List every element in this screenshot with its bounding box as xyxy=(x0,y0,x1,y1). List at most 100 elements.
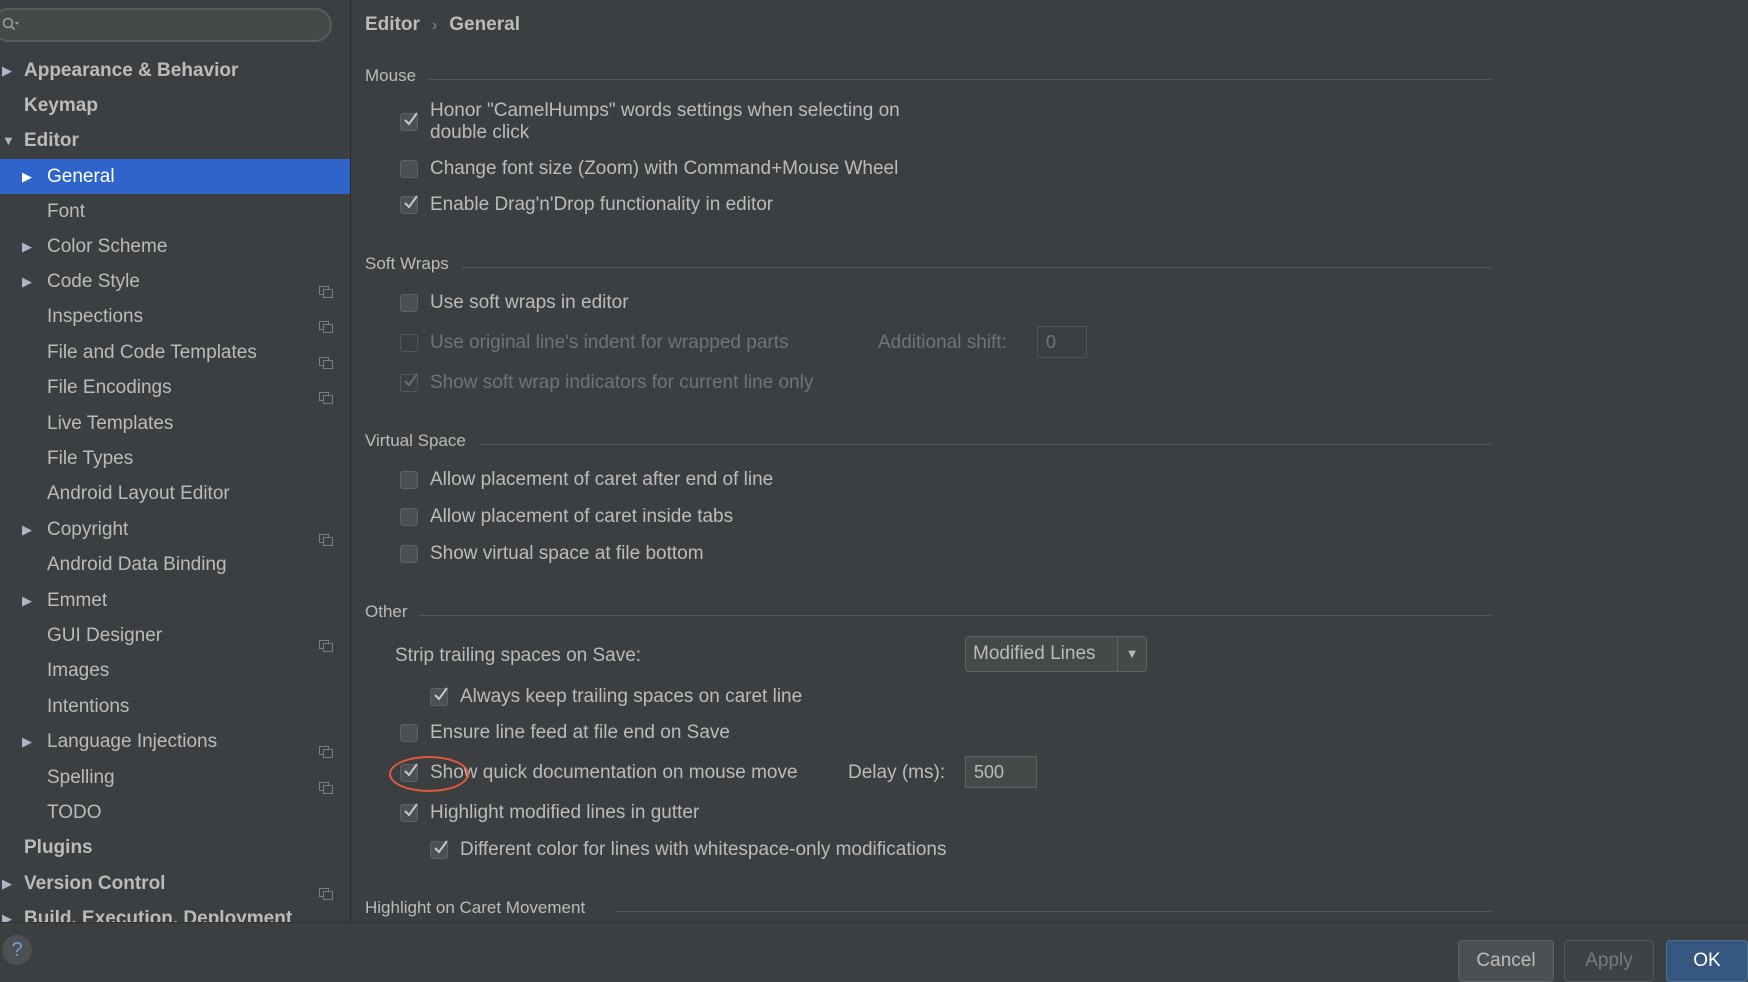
additional-shift-input[interactable]: 0 xyxy=(1037,326,1087,358)
sidebar-item-color-scheme[interactable]: ▶ Color Scheme xyxy=(0,229,350,264)
sidebar-item-intentions[interactable]: Intentions xyxy=(0,689,350,724)
sidebar-item-spelling[interactable]: Spelling xyxy=(0,760,350,795)
sidebar-item-appearance[interactable]: ▶ Appearance & Behavior xyxy=(0,53,350,88)
expand-arrow-icon[interactable]: ▶ xyxy=(22,229,32,264)
sidebar-item-gui-designer[interactable]: GUI Designer xyxy=(0,618,350,653)
help-icon[interactable]: ? xyxy=(2,935,32,965)
project-scope-icon xyxy=(319,735,333,758)
cancel-button[interactable]: Cancel xyxy=(1458,940,1554,982)
expand-arrow-icon[interactable]: ▶ xyxy=(22,264,32,299)
highlight-modified-option[interactable]: Highlight modified lines in gutter xyxy=(400,802,1300,826)
expand-arrow-icon[interactable]: ▶ xyxy=(22,583,32,618)
soft-wraps-option[interactable]: Use soft wraps in editor xyxy=(400,292,1300,316)
sidebar-item-inspections[interactable]: Inspections xyxy=(0,299,350,334)
delay-input[interactable]: 500 xyxy=(965,756,1037,788)
caret-after-eol-checkbox[interactable] xyxy=(400,471,418,489)
expand-arrow-icon[interactable]: ▶ xyxy=(2,901,12,922)
sidebar-item-todo[interactable]: TODO xyxy=(0,795,350,830)
line-feed-label: Ensure line feed at file end on Save xyxy=(430,722,730,743)
breadcrumb-separator: › xyxy=(431,17,438,34)
additional-shift-label: Additional shift: xyxy=(878,332,1007,353)
whitespace-color-checkbox[interactable] xyxy=(430,840,448,859)
expand-arrow-icon[interactable]: ▶ xyxy=(22,512,32,547)
virtual-space-bottom-checkbox[interactable] xyxy=(400,545,418,563)
whitespace-color-label: Different color for lines with whitespac… xyxy=(460,839,947,860)
sidebar-item-keymap[interactable]: Keymap xyxy=(0,88,350,123)
dragdrop-checkbox[interactable] xyxy=(400,195,418,214)
sidebar-item-copyright[interactable]: ▶ Copyright xyxy=(0,512,350,547)
keep-trailing-checkbox[interactable] xyxy=(430,687,448,706)
keep-trailing-option[interactable]: Always keep trailing spaces on caret lin… xyxy=(430,686,1330,710)
sidebar-item-code-style[interactable]: ▶ Code Style xyxy=(0,264,350,299)
caret-inside-tabs-label: Allow placement of caret inside tabs xyxy=(430,506,734,527)
keep-trailing-label: Always keep trailing spaces on caret lin… xyxy=(460,686,803,707)
breadcrumb: Editor › General xyxy=(365,14,520,36)
caret-after-eol-option[interactable]: Allow placement of caret after end of li… xyxy=(400,469,1300,493)
caret-after-eol-label: Allow placement of caret after end of li… xyxy=(430,469,774,490)
expand-arrow-icon[interactable]: ▶ xyxy=(2,866,12,901)
collapse-arrow-icon[interactable]: ▼ xyxy=(2,123,15,158)
sidebar-item-plugins[interactable]: Plugins xyxy=(0,830,350,865)
camelhumps-option[interactable]: Honor "CamelHumps" words settings when s… xyxy=(400,100,1100,148)
virtual-space-bottom-option[interactable]: Show virtual space at file bottom xyxy=(400,543,1300,567)
expand-arrow-icon[interactable]: ▶ xyxy=(22,159,32,194)
zoom-option[interactable]: Change font size (Zoom) with Command+Mou… xyxy=(400,158,1300,182)
sidebar-item-file-types[interactable]: File Types xyxy=(0,441,350,476)
caret-inside-tabs-checkbox[interactable] xyxy=(400,508,418,526)
section-divider xyxy=(616,911,1491,912)
sidebar-item-live-templates[interactable]: Live Templates xyxy=(0,406,350,441)
apply-button[interactable]: Apply xyxy=(1564,940,1654,982)
expand-arrow-icon[interactable]: ▶ xyxy=(22,724,32,759)
line-feed-checkbox[interactable] xyxy=(400,724,418,742)
delay-label: Delay (ms): xyxy=(848,762,946,783)
project-scope-icon xyxy=(319,629,333,652)
camelhumps-checkbox[interactable] xyxy=(400,112,418,131)
sidebar-item-language-injections[interactable]: ▶ Language Injections xyxy=(0,724,350,759)
search-input[interactable] xyxy=(0,8,332,42)
section-divider xyxy=(481,444,1491,445)
sidebar-item-font[interactable]: Font xyxy=(0,194,350,229)
breadcrumb-current: General xyxy=(449,14,520,35)
dragdrop-option[interactable]: Enable Drag'n'Drop functionality in edit… xyxy=(400,194,1300,218)
wrap-indicators-label: Show soft wrap indicators for current li… xyxy=(430,372,814,393)
original-indent-option[interactable]: Use original line's indent for wrapped p… xyxy=(400,332,960,356)
sidebar-item-general[interactable]: ▶ General xyxy=(0,159,350,194)
sidebar-item-editor[interactable]: ▼ Editor xyxy=(0,123,350,158)
sidebar-item-build-execution[interactable]: ▶ Build, Execution, Deployment xyxy=(0,901,350,922)
wrap-indicators-checkbox[interactable] xyxy=(400,373,418,392)
sidebar-item-file-code-templates[interactable]: File and Code Templates xyxy=(0,335,350,370)
sidebar-item-file-encodings[interactable]: File Encodings xyxy=(0,370,350,405)
project-scope-icon xyxy=(319,523,333,546)
highlight-modified-checkbox[interactable] xyxy=(400,803,418,822)
section-title-soft-wraps: Soft Wraps xyxy=(365,254,449,273)
expand-arrow-icon[interactable]: ▶ xyxy=(2,53,12,88)
search-icon xyxy=(2,16,20,34)
settings-content: Editor › General Mouse Honor "CamelHumps" … xyxy=(351,0,1748,922)
section-title-caret-movement: Highlight on Caret Movement xyxy=(365,898,586,917)
settings-sidebar: ▶ Appearance & Behavior Keymap ▼ Editor … xyxy=(0,0,351,922)
annotation-highlight-ring xyxy=(389,756,469,792)
section-divider xyxy=(462,267,1491,268)
sidebar-item-android-data-binding[interactable]: Android Data Binding xyxy=(0,547,350,582)
sidebar-item-images[interactable]: Images xyxy=(0,653,350,688)
zoom-checkbox[interactable] xyxy=(400,160,418,178)
wrap-indicators-option[interactable]: Show soft wrap indicators for current li… xyxy=(400,372,1300,396)
project-scope-icon xyxy=(319,771,333,794)
strip-trailing-value: Modified Lines xyxy=(973,643,1096,664)
ok-button[interactable]: OK xyxy=(1666,940,1748,982)
strip-trailing-label: Strip trailing spaces on Save: xyxy=(395,645,642,666)
sidebar-item-version-control[interactable]: ▶ Version Control xyxy=(0,866,350,901)
section-title-other: Other xyxy=(365,602,408,621)
sidebar-item-emmet[interactable]: ▶ Emmet xyxy=(0,583,350,618)
project-scope-icon xyxy=(319,275,333,298)
line-feed-option[interactable]: Ensure line feed at file end on Save xyxy=(400,722,1300,746)
strip-trailing-dropdown[interactable]: Modified Lines ▼ xyxy=(965,636,1147,672)
breadcrumb-parent[interactable]: Editor xyxy=(365,14,420,35)
soft-wraps-checkbox[interactable] xyxy=(400,294,418,312)
caret-inside-tabs-option[interactable]: Allow placement of caret inside tabs xyxy=(400,506,1300,530)
original-indent-checkbox[interactable] xyxy=(400,334,418,352)
whitespace-color-option[interactable]: Different color for lines with whitespac… xyxy=(430,839,1330,863)
project-scope-icon xyxy=(319,310,333,333)
sidebar-item-android-layout-editor[interactable]: Android Layout Editor xyxy=(0,476,350,511)
section-title-mouse: Mouse xyxy=(365,66,417,85)
